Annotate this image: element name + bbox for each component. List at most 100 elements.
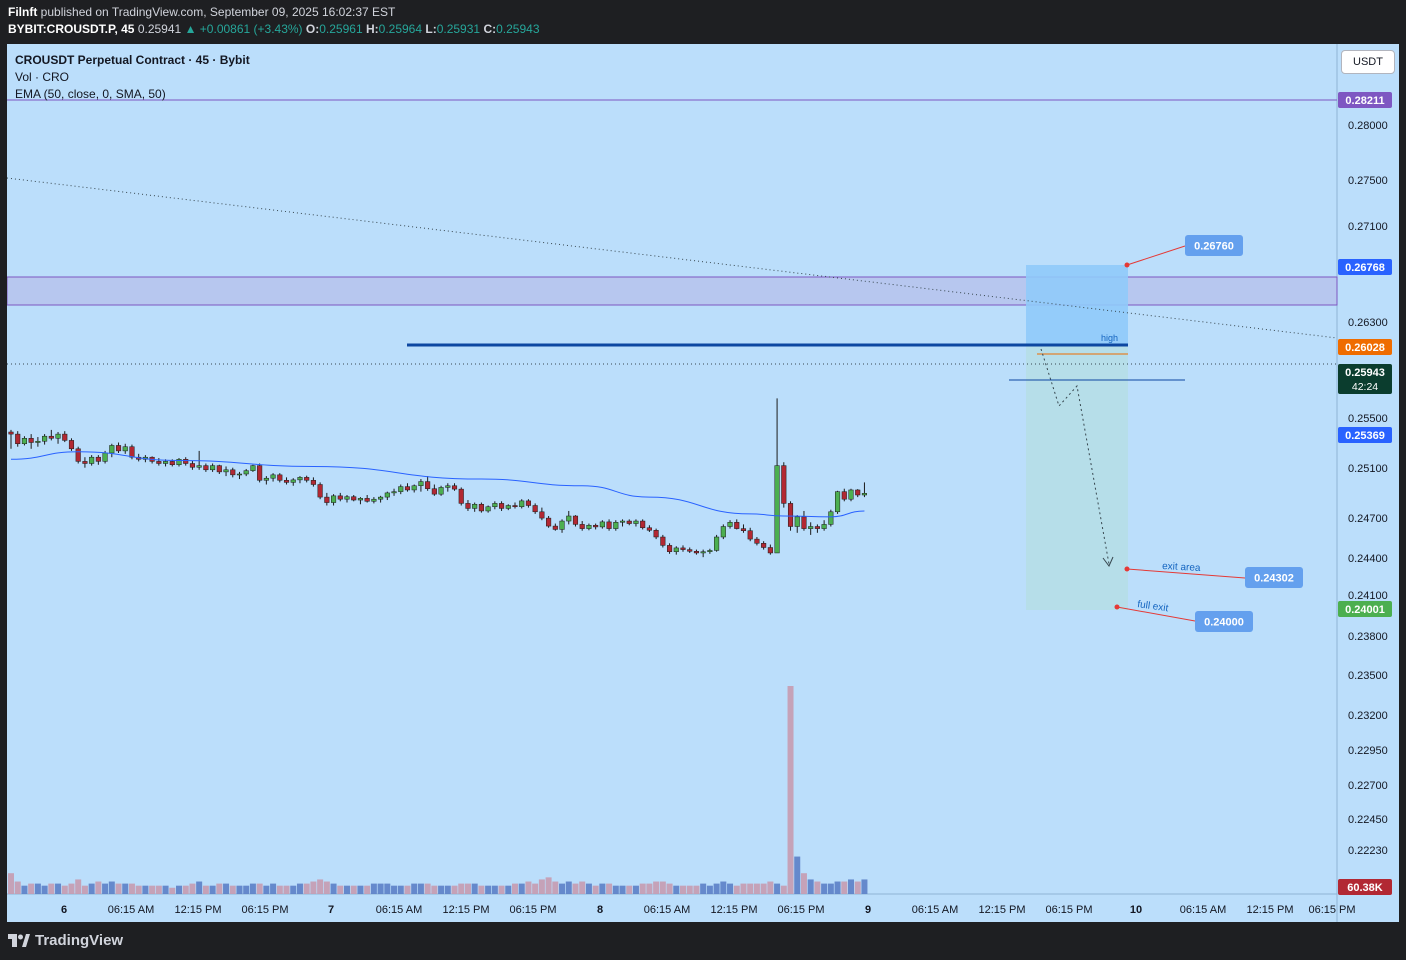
volume-bar (747, 883, 754, 894)
x-tick-label: 06:15 AM (912, 904, 958, 916)
callout-exit-area-dot (1124, 566, 1130, 572)
volume-bar (364, 885, 371, 894)
candle-body (539, 511, 545, 519)
candle-body (633, 520, 639, 524)
candle-body (606, 521, 612, 529)
ohlc-line: BYBIT:CROUSDT.P, 45 0.25941 ▲ +0.00861 (… (8, 22, 540, 36)
volume-bar (827, 883, 834, 894)
volume-bar (706, 885, 713, 894)
last-price: 0.25941 (137, 22, 182, 36)
volume-bar (666, 883, 673, 894)
candle-body (492, 503, 498, 508)
volume-bar (189, 883, 196, 894)
change-value: +0.00861 (+3.43%) (199, 22, 303, 36)
candle-body (841, 491, 847, 500)
legend-title[interactable]: CROUSDT Perpetual Contract · 45 · Bybit (15, 52, 250, 69)
candle-body (324, 496, 330, 503)
volume-bar (626, 885, 633, 894)
candle-body (95, 456, 101, 462)
x-tick-label: 8 (597, 904, 603, 916)
resistance-zone (6, 276, 1338, 306)
candle-body (189, 463, 195, 468)
price-badge-countdown: 42:24 (1352, 381, 1378, 393)
candle-body (270, 474, 276, 479)
candle-body (646, 527, 652, 531)
volume-bar (14, 881, 21, 894)
volume-bar (149, 885, 156, 894)
volume-bar (760, 883, 767, 894)
volume-bar (370, 883, 377, 894)
candle-body (808, 526, 814, 529)
candle-body (250, 465, 256, 471)
volume-bar (330, 883, 337, 894)
candle-body (230, 469, 236, 476)
candle-body (283, 480, 290, 483)
y-tick-label: 0.22950 (1348, 745, 1388, 757)
publish-info: Filnft published on TradingView.com, Sep… (8, 5, 395, 19)
candle-body (163, 461, 169, 464)
volume-bar (115, 883, 122, 894)
legend-volume[interactable]: Vol · CRO (15, 69, 250, 86)
candle-body (626, 520, 632, 524)
callout-full-exit-label: 0.24000 (1204, 617, 1244, 629)
volume-bar (75, 879, 82, 894)
volume-bar (223, 883, 230, 894)
candle-body (814, 526, 820, 529)
volume-bar (337, 885, 344, 894)
candle-body (344, 496, 350, 500)
volume-bar (619, 885, 626, 894)
y-tick-label: 0.26300 (1348, 317, 1388, 329)
volume-bar (216, 883, 223, 894)
candle-body (707, 550, 713, 552)
author-name[interactable]: Filnft (8, 5, 37, 19)
volume-bar (88, 883, 95, 894)
candle-body (835, 491, 841, 513)
candle-body (28, 438, 34, 443)
volume-bar (424, 883, 431, 894)
volume-bar (592, 885, 599, 894)
candle-body (653, 530, 659, 538)
currency-button[interactable]: USDT (1341, 50, 1395, 74)
volume-bar (814, 881, 821, 894)
candle-body (425, 481, 431, 489)
candle-body (767, 547, 773, 554)
candle-body (75, 448, 81, 462)
candle-body (734, 522, 740, 529)
volume-bar (471, 883, 478, 894)
candle-body (35, 440, 41, 443)
volume-bar (155, 885, 162, 894)
price-badge-label: 0.26768 (1345, 262, 1385, 274)
volume-bar (102, 883, 109, 894)
volume-bar (458, 883, 465, 894)
price-badge-label: 0.24001 (1345, 604, 1385, 616)
volume-bar (344, 885, 350, 894)
volume-bar (545, 877, 552, 894)
candle-body (855, 489, 861, 496)
candle-body (102, 452, 108, 462)
candle-body (310, 480, 316, 485)
candle-body (861, 493, 867, 496)
chart-svg[interactable]: highexit areafull exit0.267600.243020.24… (6, 44, 1399, 922)
candle-body (552, 525, 558, 530)
volume-bar (646, 883, 653, 894)
candle-body (478, 503, 484, 512)
candle-body (331, 495, 337, 503)
candle-body (337, 495, 343, 500)
candle-body (243, 470, 249, 475)
candle-body (593, 524, 599, 528)
candle-body (546, 517, 552, 527)
volume-bar (95, 881, 102, 894)
volume-bar (21, 885, 28, 894)
candle-body (485, 506, 491, 512)
volume-bar (861, 879, 868, 894)
annotation-high: high (1101, 333, 1118, 343)
callout-target-high-dot (1124, 262, 1130, 268)
volume-bar (780, 885, 787, 894)
price-badge-label: 0.26028 (1345, 342, 1385, 354)
tradingview-logo[interactable]: TradingView (8, 932, 123, 949)
legend-ema[interactable]: EMA (50, close, 0, SMA, 50) (15, 86, 250, 103)
volume-bar (162, 885, 169, 894)
chart-area[interactable]: high exit area full exit 0.26760 0.24302 0.24… (6, 44, 1399, 922)
x-tick-label: 06:15 PM (509, 904, 556, 916)
volume-bar (296, 883, 303, 894)
